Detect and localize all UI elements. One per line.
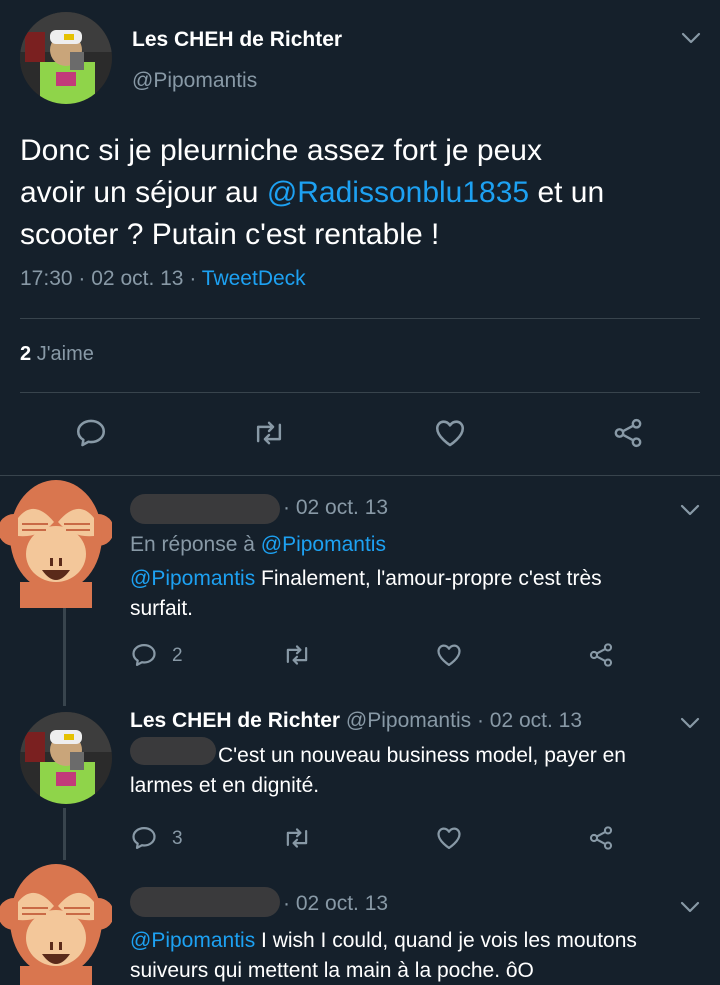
reply-author: Les CHEH de Richter @Pipomantis · 02 oct…: [130, 709, 582, 733]
reply-to: En réponse à @Pipomantis: [130, 533, 386, 556]
reply-text: @Pipomantis I wish I could, quand je voi…: [130, 929, 637, 982]
reply-text: @Pipomantis Finalement, l'amour-propre c…: [130, 567, 602, 620]
divider: [20, 392, 700, 393]
share-icon[interactable]: [586, 824, 616, 852]
reply-icon[interactable]: [74, 416, 108, 450]
reply-meta[interactable]: · 02 oct. 13: [283, 496, 388, 520]
reply-icon[interactable]: [130, 641, 158, 669]
tweet-meta: 17:30 · 02 oct. 13 · TweetDeck: [20, 267, 306, 290]
likes-stat[interactable]: 2 J'aime: [20, 343, 94, 366]
chevron-down-icon[interactable]: [679, 899, 701, 915]
reply-count: 2: [172, 645, 183, 666]
share-icon[interactable]: [610, 416, 646, 450]
author-avatar[interactable]: [20, 12, 112, 104]
author-handle[interactable]: @Pipomantis: [132, 69, 257, 93]
author-name[interactable]: Les CHEH de Richter: [130, 709, 340, 732]
like-icon[interactable]: [434, 824, 464, 852]
reply-to-handle[interactable]: @Pipomantis: [261, 533, 386, 556]
thread-line: [63, 808, 66, 860]
mention-link[interactable]: @Pipomantis: [130, 929, 255, 952]
share-icon[interactable]: [586, 641, 616, 669]
divider: [0, 475, 720, 476]
like-icon[interactable]: [432, 416, 468, 450]
thread-line: [63, 608, 66, 706]
reply-text: C'est un nouveau business model, payer e…: [130, 744, 626, 797]
tweet-source[interactable]: TweetDeck: [202, 267, 306, 290]
likes-label: J'aime: [36, 343, 94, 365]
retweet-icon[interactable]: [281, 824, 313, 852]
tweet-text-line: avoir un séjour au @Radissonblu1835 et u…: [20, 176, 605, 209]
likes-count: 2: [20, 343, 32, 365]
retweet-icon[interactable]: [250, 416, 288, 450]
chevron-down-icon[interactable]: [679, 715, 701, 731]
chevron-down-icon[interactable]: [680, 30, 702, 46]
retweet-icon[interactable]: [281, 641, 313, 669]
redacted-name: [130, 887, 280, 917]
reply-count: 3: [172, 828, 183, 849]
mention-link[interactable]: @Pipomantis: [130, 567, 255, 590]
divider: [20, 318, 700, 319]
mention-link[interactable]: @Radissonblu1835: [267, 176, 529, 209]
tweet-time[interactable]: 17:30: [20, 267, 73, 290]
tweet-text-line: scooter ? Putain c'est rentable !: [20, 218, 440, 251]
chevron-down-icon[interactable]: [679, 502, 701, 518]
like-icon[interactable]: [434, 641, 464, 669]
reply-icon[interactable]: [130, 824, 158, 852]
monkey-avatar[interactable]: [0, 478, 114, 613]
tweet-date[interactable]: 02 oct. 13: [91, 267, 183, 290]
author-avatar[interactable]: [20, 712, 112, 804]
reply-meta[interactable]: · 02 oct. 13: [283, 892, 388, 916]
monkey-avatar[interactable]: [0, 862, 114, 985]
tweet-text: Donc si je pleurniche assez fort je peux…: [20, 130, 710, 256]
tweet-text-line: Donc si je pleurniche assez fort je peux: [20, 134, 542, 167]
author-name[interactable]: Les CHEH de Richter: [132, 28, 342, 52]
reply-meta[interactable]: @Pipomantis · 02 oct. 13: [346, 709, 582, 732]
redacted-name: [130, 494, 280, 524]
